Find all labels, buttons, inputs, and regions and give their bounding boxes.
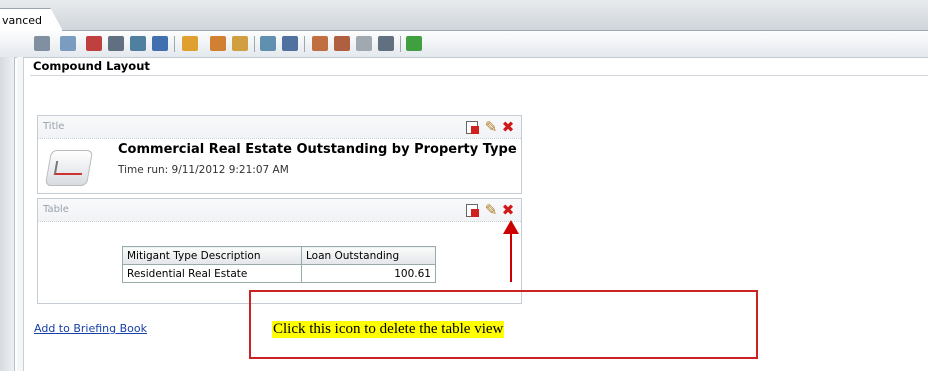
refresh-icon[interactable] bbox=[152, 36, 168, 51]
sql-icon[interactable] bbox=[282, 36, 298, 51]
annotation-callout: Click this icon to delete the table view bbox=[249, 290, 758, 359]
edit-pencil-icon[interactable]: ✎ bbox=[483, 119, 499, 135]
data-table: Mitigant Type Description Loan Outstandi… bbox=[122, 246, 436, 283]
table-row: Residential Real Estate 100.61 bbox=[122, 264, 436, 283]
filter-icon[interactable] bbox=[130, 36, 146, 51]
delete-table-view-icon[interactable]: ✖ bbox=[500, 202, 516, 218]
toolbar-divider bbox=[400, 36, 401, 52]
table-view-panel: Table ✎ ✖ Mitigant Type Description Loan… bbox=[37, 198, 522, 304]
selector-icon[interactable] bbox=[232, 36, 248, 51]
callout-text: Click this icon to delete the table view bbox=[272, 321, 505, 338]
new-view-icon[interactable] bbox=[312, 36, 328, 51]
report-chart-icon bbox=[44, 150, 94, 186]
left-scrollbar[interactable] bbox=[0, 57, 15, 371]
tab-advanced[interactable]: vanced bbox=[0, 8, 63, 31]
edit-pencil-icon[interactable]: ✎ bbox=[483, 202, 499, 218]
toolbar-divider bbox=[304, 36, 305, 52]
table-header-row: Mitigant Type Description Loan Outstandi… bbox=[122, 246, 436, 265]
annotation-arrow bbox=[510, 230, 512, 282]
title-view-label: Title bbox=[43, 121, 65, 132]
toolbar bbox=[0, 31, 928, 58]
table-view-label: Table bbox=[43, 204, 69, 215]
left-panel-edge bbox=[17, 57, 24, 371]
title-view-header: Title ✎ ✖ bbox=[38, 116, 521, 139]
duplicate-icon[interactable] bbox=[356, 36, 372, 51]
tab-bar: vanced bbox=[0, 0, 928, 31]
divider bbox=[30, 75, 928, 76]
table-cell: Residential Real Estate bbox=[122, 264, 302, 283]
tab-label: vanced bbox=[2, 14, 43, 27]
narrative-icon[interactable] bbox=[378, 36, 394, 51]
pivot-icon[interactable] bbox=[108, 36, 124, 51]
delete-x-icon[interactable]: ✖ bbox=[500, 119, 516, 135]
chart-icon[interactable] bbox=[86, 36, 102, 51]
table-cell: 100.61 bbox=[301, 264, 436, 283]
layout-icon[interactable] bbox=[260, 36, 276, 51]
column-header[interactable]: Mitigant Type Description bbox=[122, 246, 302, 265]
export-icon[interactable] bbox=[60, 36, 76, 51]
compound-icon[interactable] bbox=[334, 36, 350, 51]
layout-title: Compound Layout bbox=[33, 59, 150, 73]
report-title: Commercial Real Estate Outstanding by Pr… bbox=[118, 142, 517, 157]
toolbar-divider bbox=[254, 36, 255, 52]
table-view-header: Table ✎ ✖ bbox=[38, 199, 521, 222]
table-view-actions: ✎ ✖ bbox=[465, 202, 517, 218]
print-icon[interactable] bbox=[34, 36, 50, 51]
add-to-briefing-book-link[interactable]: Add to Briefing Book bbox=[34, 322, 147, 335]
time-run: Time run: 9/11/2012 9:21:07 AM bbox=[118, 164, 289, 176]
toolbar-divider bbox=[174, 36, 175, 52]
prompt-icon[interactable] bbox=[182, 36, 198, 51]
column-header[interactable]: Loan Outstanding bbox=[301, 246, 436, 265]
title-view-panel: Title ✎ ✖ Commercial Real Estate Outstan… bbox=[37, 115, 522, 194]
title-view-actions: ✎ ✖ bbox=[465, 119, 517, 135]
view-properties-icon[interactable] bbox=[465, 202, 481, 218]
view-properties-icon[interactable] bbox=[465, 119, 481, 135]
sort-icon[interactable] bbox=[406, 36, 422, 51]
group-icon[interactable] bbox=[210, 36, 226, 51]
